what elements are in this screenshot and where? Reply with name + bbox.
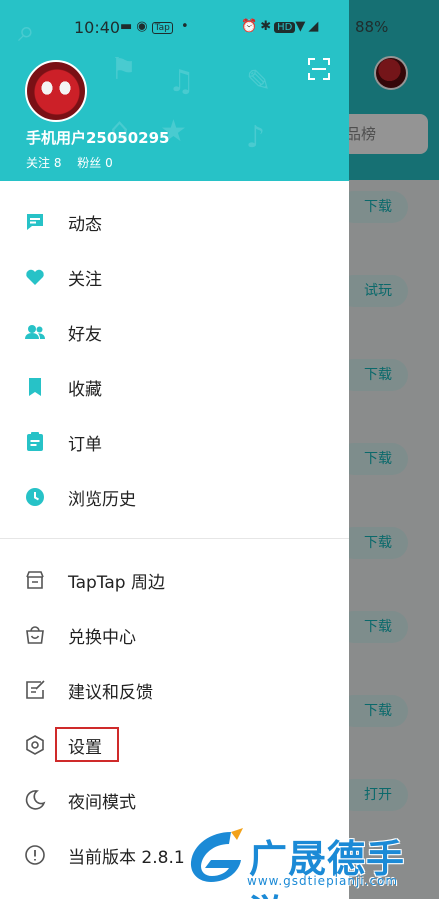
following-count[interactable]: 关注 8 <box>26 156 61 170</box>
decor-note-icon: ♫ <box>168 64 195 99</box>
watermark: 广晟德手游 www.gsdtiepianji.com <box>185 826 439 899</box>
menu-item-redeem-center[interactable]: 兑换中心 <box>0 610 349 660</box>
user-stats: 关注 8 粉丝 0 <box>26 154 125 171</box>
watermark-title: 广晟德手游 <box>249 837 406 899</box>
menu-item-label: 关注 <box>68 270 102 290</box>
menu-item-settings[interactable]: 设置 <box>0 720 349 770</box>
image-icon: ▬ <box>120 19 137 34</box>
status-time: 10:40 <box>74 18 121 37</box>
moon-icon <box>25 790 46 810</box>
navigation-drawer: ⌕ ⚑ ♫ ✎ ⌂ ★ ♪ 手机用户25050295 关注 8 粉丝 0 动态 … <box>0 0 349 899</box>
menu-item-friends[interactable]: 好友 <box>0 307 349 357</box>
info-icon <box>25 845 45 865</box>
menu-item-label: 订单 <box>68 435 102 455</box>
store-icon <box>26 571 44 589</box>
order-icon <box>27 432 43 451</box>
menu-item-label: 收藏 <box>68 380 102 400</box>
menu-divider <box>0 538 349 539</box>
scan-icon[interactable] <box>308 58 330 80</box>
menu-item-label: 浏览历史 <box>68 490 136 510</box>
heart-icon <box>26 269 44 285</box>
hd-icon: HD <box>274 22 296 33</box>
bag-icon <box>26 626 44 644</box>
clock-icon <box>26 488 44 506</box>
watermark-logo <box>190 828 243 882</box>
menu-item-label: 动态 <box>68 215 102 235</box>
status-bar: 10:40 ▬◉ Tap • ⏰✱ HD ▼◢ 88% <box>0 0 439 56</box>
alarm-icon: ⏰ <box>241 19 261 34</box>
wifi-icon: ▼ <box>295 19 309 34</box>
decor-pencil-icon: ✎ <box>246 64 272 99</box>
taptap-icon: Tap <box>151 22 173 34</box>
battery-level: 88% <box>355 18 389 36</box>
record-icon: ◉ <box>136 19 152 34</box>
menu-item-label: TapTap 周边 <box>68 573 165 593</box>
signal-icon: ◢ <box>308 19 322 34</box>
status-right-icons: ⏰✱ HD ▼◢ <box>241 19 321 34</box>
menu-item-taptap-store[interactable]: TapTap 周边 <box>0 555 349 605</box>
decor-flag-icon: ⚑ <box>110 52 137 87</box>
fans-count[interactable]: 粉丝 0 <box>77 156 112 170</box>
menu-item-night-mode[interactable]: 夜间模式 <box>0 775 349 825</box>
menu-item-label: 当前版本 2.8.1 <box>68 848 185 868</box>
settings-highlight-box <box>55 727 119 762</box>
status-left-icons: ▬◉ Tap • <box>120 19 193 34</box>
menu-item-following[interactable]: 关注 <box>0 252 349 302</box>
feedback-icon <box>26 680 45 699</box>
avatar[interactable] <box>25 60 87 122</box>
feed-icon <box>27 214 43 230</box>
menu-item-feedback[interactable]: 建议和反馈 <box>0 665 349 715</box>
menu-item-label: 兑换中心 <box>68 628 136 648</box>
menu-item-feed[interactable]: 动态 <box>0 197 349 247</box>
menu-item-orders[interactable]: 订单 <box>0 417 349 467</box>
user-name[interactable]: 手机用户25050295 <box>26 127 170 148</box>
menu-item-history[interactable]: 浏览历史 <box>0 472 349 522</box>
menu-item-label: 建议和反馈 <box>68 683 153 703</box>
decor-bell-icon: ♪ <box>246 120 266 155</box>
dot-icon: • <box>181 19 193 34</box>
menu-item-label: 夜间模式 <box>68 793 136 813</box>
vibrate-icon: ✱ <box>260 19 275 34</box>
settings-icon <box>26 735 44 755</box>
friends-icon <box>25 325 45 339</box>
bookmark-icon <box>29 378 41 396</box>
menu-item-collection[interactable]: 收藏 <box>0 362 349 412</box>
menu-item-label: 好友 <box>68 325 102 345</box>
watermark-url: www.gsdtiepianji.com <box>247 874 399 888</box>
